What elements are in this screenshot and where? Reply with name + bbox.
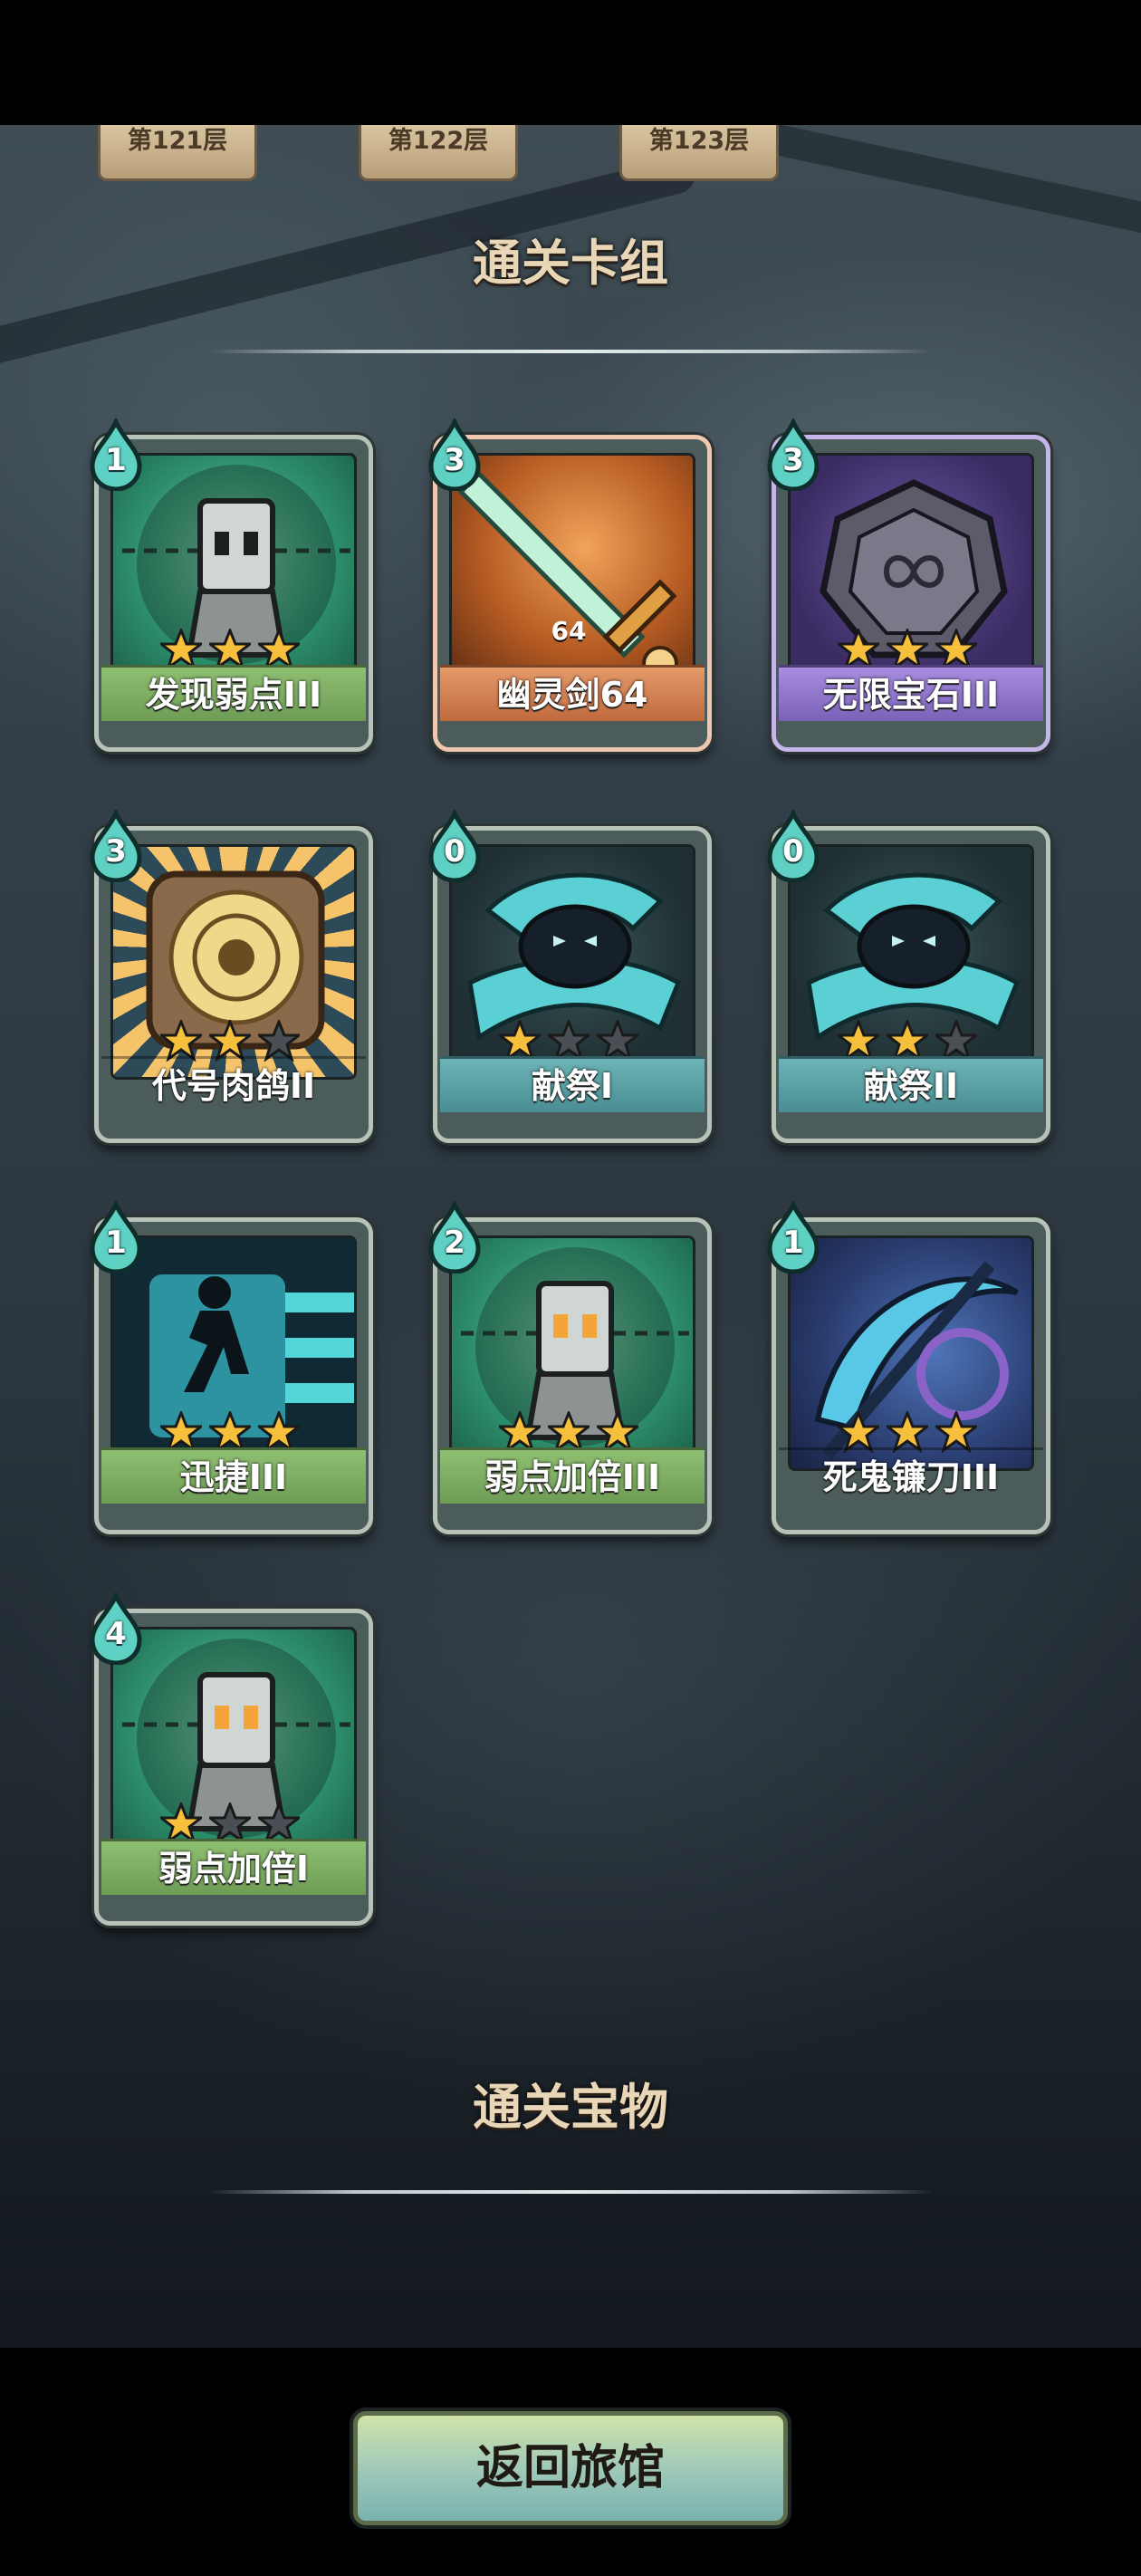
card-cost-value: 3 <box>105 833 127 870</box>
card-name: 弱点加倍III <box>440 1447 705 1504</box>
card-cost-value: 0 <box>782 833 804 870</box>
card-cost-value: 3 <box>444 442 465 478</box>
card-cost: 4 <box>87 1590 145 1666</box>
card[interactable]: 发现弱点III 1 <box>87 416 373 752</box>
card[interactable]: 弱点加倍I 4 <box>87 1590 373 1926</box>
card-name: 弱点加倍I <box>101 1839 366 1895</box>
card-cost: 1 <box>87 416 145 492</box>
treasure-divider <box>208 2190 933 2194</box>
deck-divider <box>208 350 933 353</box>
deck-section-title: 通关卡组 <box>473 235 668 292</box>
card-name: 无限宝石III <box>779 665 1043 721</box>
treasure-section-title: 通关宝物 <box>473 2079 668 2136</box>
floor-tab-121[interactable]: 第121层 <box>98 125 257 181</box>
card-cost-value: 4 <box>105 1616 127 1652</box>
card-cost: 3 <box>764 416 822 492</box>
card-cost-value: 0 <box>444 833 465 870</box>
card-cost: 1 <box>764 1198 822 1274</box>
card-name: 献祭I <box>440 1056 705 1112</box>
card[interactable]: 迅捷III 1 <box>87 1198 373 1534</box>
floor-tabs: 第121层 第122层 第123层 <box>0 125 1141 185</box>
card-cost: 3 <box>426 416 484 492</box>
card-cost: 3 <box>87 807 145 883</box>
card-cost: 1 <box>87 1198 145 1274</box>
back-to-inn-button[interactable]: 返回旅馆 <box>353 2411 788 2525</box>
card-cost: 0 <box>764 807 822 883</box>
ghost-sword-icon <box>457 470 678 682</box>
card-cost: 2 <box>426 1198 484 1274</box>
card[interactable]: 献祭II 0 <box>764 807 1050 1143</box>
card[interactable]: 64 幽灵剑64 3 <box>426 416 712 752</box>
card-cost-value: 1 <box>105 442 127 478</box>
card-cost-value: 3 <box>782 442 804 478</box>
card-cost: 0 <box>426 807 484 883</box>
card[interactable]: 无限宝石III 3 <box>764 416 1050 752</box>
status-bar <box>0 0 1141 125</box>
card-name: 迅捷III <box>101 1447 366 1504</box>
card-cost-value: 2 <box>444 1225 465 1261</box>
card-cost-value: 1 <box>782 1225 804 1261</box>
floor-tab-122[interactable]: 第122层 <box>359 125 518 181</box>
card-cost-value: 1 <box>105 1225 127 1261</box>
card-name: 代号肉鸽II <box>101 1056 366 1112</box>
card[interactable]: 弱点加倍III 2 <box>426 1198 712 1534</box>
card[interactable]: 献祭I 0 <box>426 807 712 1143</box>
card-level: 64 <box>551 616 587 646</box>
card-art <box>449 453 695 688</box>
card[interactable]: 死鬼镰刀III 1 <box>764 1198 1050 1534</box>
card-name: 发现弱点III <box>101 665 366 721</box>
card-name: 死鬼镰刀III <box>779 1447 1043 1504</box>
floor-tab-123[interactable]: 第123层 <box>619 125 779 181</box>
card-name: 幽灵剑64 <box>440 665 705 721</box>
card-name: 献祭II <box>779 1056 1043 1112</box>
card[interactable]: 代号肉鸽II 3 <box>87 807 373 1143</box>
